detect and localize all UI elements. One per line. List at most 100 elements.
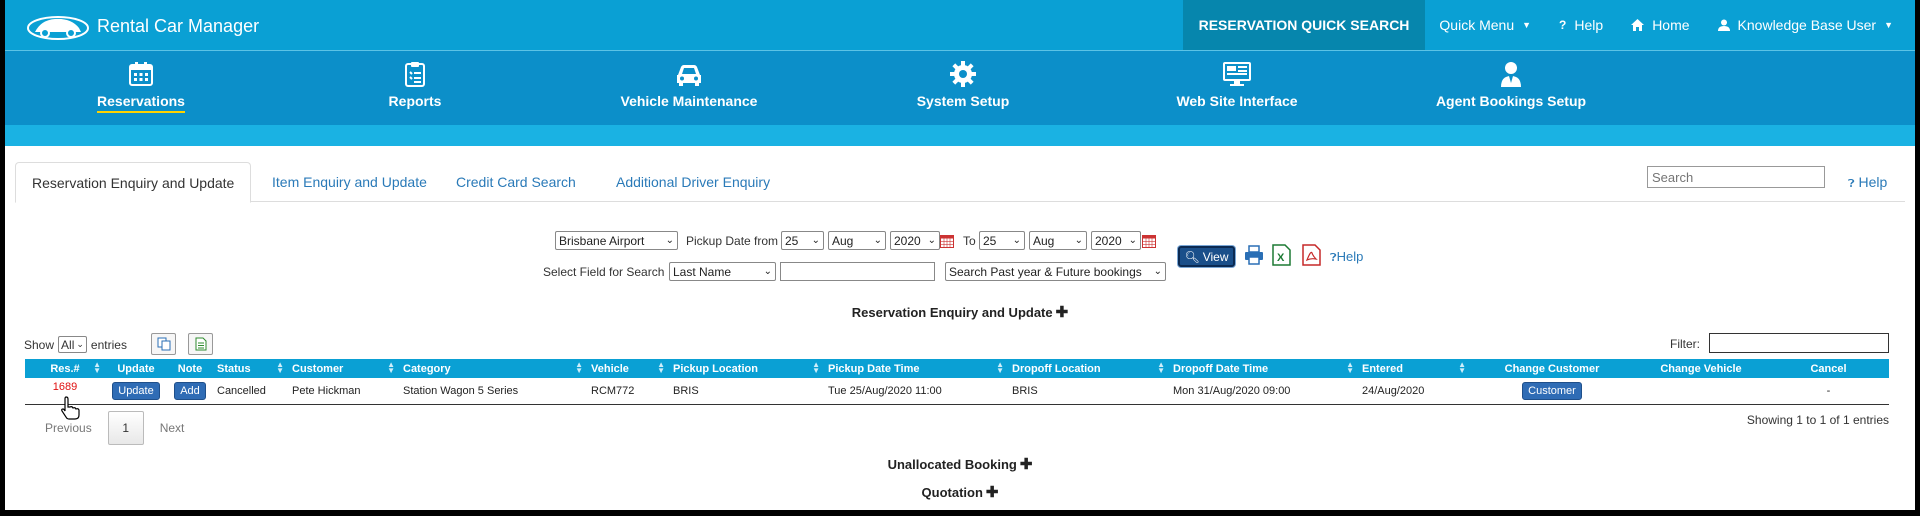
nav-reports[interactable]: Reports xyxy=(325,61,505,111)
entries-control: Show All ⌄ entries xyxy=(24,336,127,353)
entries-select[interactable]: All ⌄ xyxy=(58,336,87,353)
location-select[interactable]: Brisbane Airport ⌄ xyxy=(555,231,678,250)
section-title-label: Quotation xyxy=(921,485,983,500)
chevron-down-icon: ⌄ xyxy=(927,235,936,246)
to-month-select[interactable]: Aug ⌄ xyxy=(1029,231,1087,250)
page-1-button[interactable]: 1 xyxy=(107,411,144,445)
chevron-down-icon: ⌄ xyxy=(763,266,772,277)
help-link[interactable]: ? Help xyxy=(1545,0,1617,50)
header-customer[interactable]: Customer ▲ ▼ xyxy=(288,359,399,378)
calendar-picker-icon[interactable] xyxy=(940,234,954,248)
header-dropoff-datetime[interactable]: Dropoff Date Time ▲ ▼ xyxy=(1169,359,1358,378)
reservation-quick-search-link[interactable]: RESERVATION QUICK SEARCH xyxy=(1182,0,1426,50)
cell-update: Update xyxy=(105,378,167,405)
nav-reservations[interactable]: Reservations xyxy=(51,61,231,113)
header-res-no[interactable]: Res.# ▲ ▼ xyxy=(25,359,105,378)
to-day-select[interactable]: 25 ⌄ xyxy=(979,231,1025,250)
nav-vehicle-maintenance[interactable]: Vehicle Maintenance xyxy=(599,61,779,111)
pickup-from-label: Pickup Date from xyxy=(686,234,779,248)
update-button[interactable]: Update xyxy=(112,381,160,400)
quick-menu-dropdown[interactable]: Quick Menu ▼ xyxy=(1425,0,1545,50)
home-icon xyxy=(1631,19,1645,31)
header-vehicle[interactable]: Vehicle ▲ ▼ xyxy=(587,359,669,378)
user-name: Knowledge Base User xyxy=(1737,17,1877,33)
header-change-vehicle: Change Vehicle xyxy=(1634,359,1768,378)
tab-credit-card-search[interactable]: Credit Card Search xyxy=(440,162,592,203)
change-customer-button[interactable]: Customer xyxy=(1522,381,1582,400)
clipboard-icon xyxy=(405,62,425,87)
header-change-customer: Change Customer xyxy=(1470,359,1634,378)
cell-note: Add xyxy=(167,378,213,405)
next-page-button[interactable]: Next xyxy=(160,421,185,435)
header-label: Cancel xyxy=(1810,362,1847,375)
copy-button[interactable] xyxy=(151,333,176,355)
top-bar: Rental Car Manager RESERVATION QUICK SEA… xyxy=(5,0,1915,50)
search-scope-select[interactable]: Search Past year & Future bookings ⌄ xyxy=(945,262,1166,281)
header-note: Note xyxy=(167,359,213,378)
pdf-export-icon[interactable] xyxy=(1302,244,1321,266)
csv-export-button[interactable] xyxy=(188,333,213,355)
section-reservation-enquiry[interactable]: Reservation Enquiry and Update ✚ xyxy=(5,303,1915,321)
header-entered[interactable]: Entered ▲ ▼ xyxy=(1358,359,1470,378)
search-input[interactable] xyxy=(1647,166,1825,188)
tab-item-enquiry[interactable]: Item Enquiry and Update xyxy=(256,162,443,203)
section-quotation[interactable]: Quotation ✚ xyxy=(5,483,1915,501)
tab-additional-driver-enquiry[interactable]: Additional Driver Enquiry xyxy=(600,162,786,203)
user-menu[interactable]: Knowledge Base User ▼ xyxy=(1704,0,1915,50)
print-icon[interactable] xyxy=(1244,245,1264,265)
calendar-picker-icon[interactable] xyxy=(1142,234,1156,248)
chevron-down-icon: ⌄ xyxy=(665,235,674,246)
cell-pickup-datetime: Tue 25/Aug/2020 11:00 xyxy=(824,378,1008,405)
plus-icon: ✚ xyxy=(1019,456,1033,473)
section-unallocated-booking[interactable]: Unallocated Booking ✚ xyxy=(5,455,1915,473)
filter-label: Filter: xyxy=(1670,337,1700,351)
nav-label: Vehicle Maintenance xyxy=(620,93,758,109)
from-year-select[interactable]: 2020 ⌄ xyxy=(890,231,940,250)
to-month-value: Aug xyxy=(1033,233,1055,248)
from-month-select[interactable]: Aug ⌄ xyxy=(828,231,886,250)
entries-label: entries xyxy=(90,337,127,352)
excel-export-icon[interactable]: X xyxy=(1272,244,1291,266)
header-dropoff-location[interactable]: Dropoff Location ▲ ▼ xyxy=(1008,359,1169,378)
view-button[interactable]: 🔍︎ View xyxy=(1178,246,1235,267)
chevron-down-icon: ⌄ xyxy=(1128,235,1137,246)
caret-down-icon: ▼ xyxy=(1884,20,1893,30)
res-no-link[interactable]: 1689 xyxy=(53,381,77,393)
help-link-tabs[interactable]: ❓︎ Help xyxy=(1848,174,1887,191)
from-day-select[interactable]: 25 ⌄ xyxy=(781,231,824,250)
table-row: 1689 Update Add Cancelled Pete Hickman S… xyxy=(25,378,1889,405)
header-label: Update xyxy=(117,362,155,375)
home-link[interactable]: Home xyxy=(1617,0,1703,50)
field-select[interactable]: Last Name ⌄ xyxy=(669,262,776,281)
header-label: Status xyxy=(217,362,251,375)
header-label: Pickup Date Time xyxy=(828,362,920,375)
header-label: Customer xyxy=(292,362,344,375)
search-value-input[interactable] xyxy=(780,262,935,281)
header-pickup-datetime[interactable]: Pickup Date Time ▲ ▼ xyxy=(824,359,1008,378)
to-year-select[interactable]: 2020 ⌄ xyxy=(1091,231,1141,250)
sort-icon: ▲ ▼ xyxy=(657,360,665,375)
previous-page-button[interactable]: Previous xyxy=(45,421,92,435)
tab-reservation-enquiry[interactable]: Reservation Enquiry and Update xyxy=(15,162,252,203)
nav-agent-bookings-setup[interactable]: Agent Bookings Setup xyxy=(1421,61,1601,111)
nav-web-site-interface[interactable]: Web Site Interface xyxy=(1147,61,1327,111)
car-icon xyxy=(677,65,701,86)
help-circle-icon: ❓︎ xyxy=(1848,178,1855,190)
header-status[interactable]: Status ▲ ▼ xyxy=(213,359,288,378)
quick-search-label: RESERVATION QUICK SEARCH xyxy=(1198,17,1410,33)
cell-change-customer: Customer xyxy=(1470,378,1634,405)
header-category[interactable]: Category ▲ ▼ xyxy=(399,359,587,378)
add-note-button[interactable]: Add xyxy=(174,381,206,400)
filter-input[interactable] xyxy=(1709,333,1889,353)
monitor-icon xyxy=(1223,62,1251,86)
cell-customer: Pete Hickman xyxy=(288,378,399,405)
header-label: Entered xyxy=(1362,362,1403,375)
cell-status: Cancelled xyxy=(213,378,288,405)
header-pickup-location[interactable]: Pickup Location ▲ ▼ xyxy=(669,359,824,378)
sort-icon: ▲ ▼ xyxy=(812,360,820,375)
header-label: Change Vehicle xyxy=(1660,362,1742,375)
help-link-filters[interactable]: ❓︎Help xyxy=(1330,249,1363,265)
sort-icon: ▲ ▼ xyxy=(93,360,101,375)
nav-system-setup[interactable]: System Setup xyxy=(873,61,1053,111)
brand[interactable]: Rental Car Manager xyxy=(27,12,259,40)
